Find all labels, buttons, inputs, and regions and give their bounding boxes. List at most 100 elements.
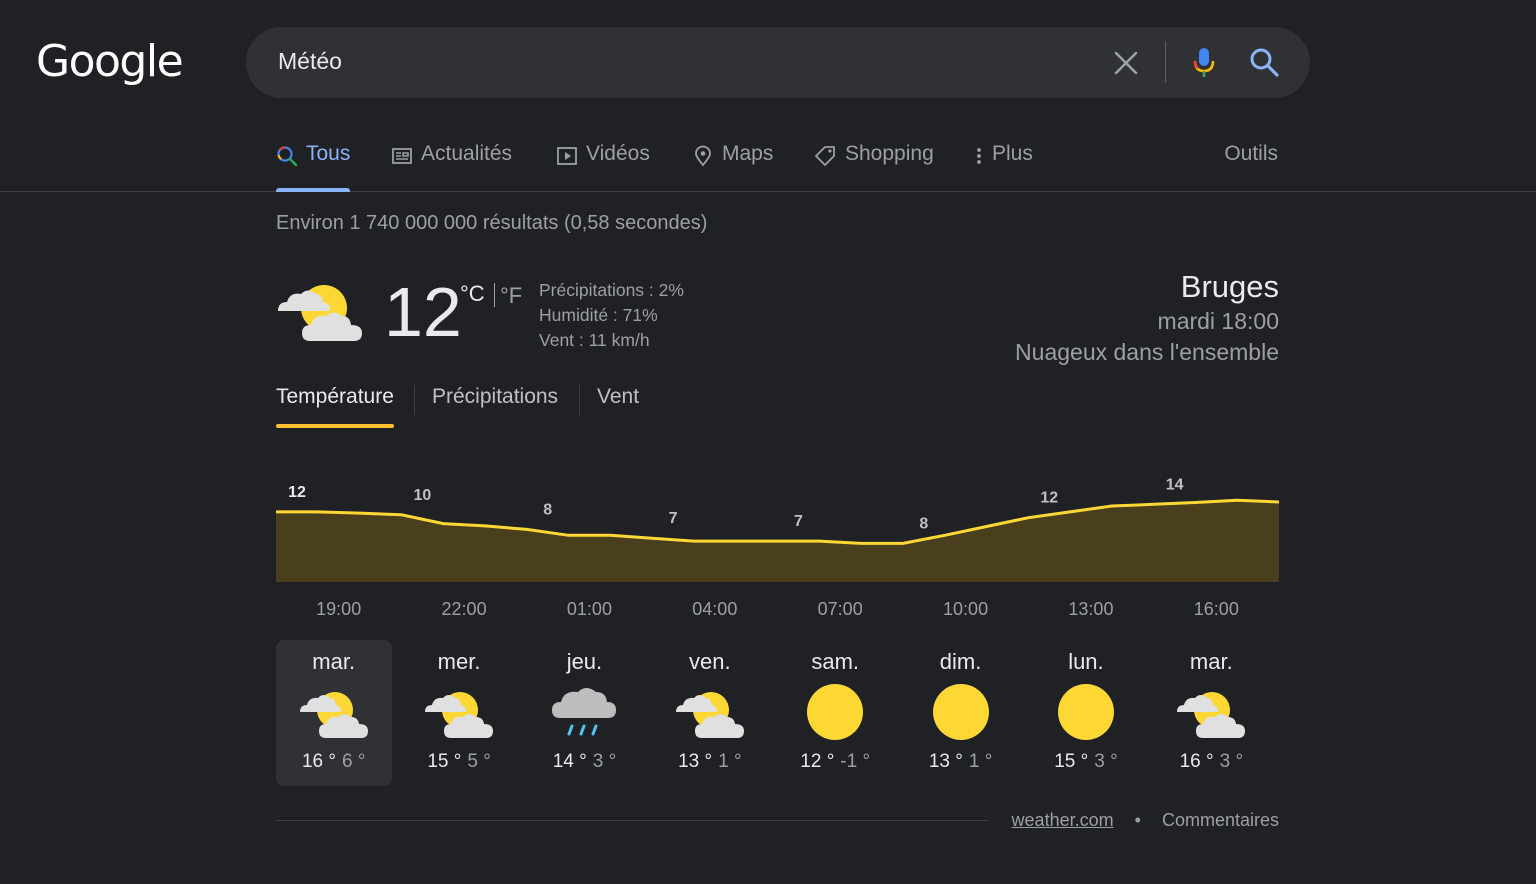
separator-dot: • xyxy=(1134,810,1141,830)
tab-divider xyxy=(579,385,580,415)
tab-shopping[interactable]: Shopping xyxy=(813,142,934,192)
hour-tick-label: 13:00 xyxy=(1068,599,1114,619)
forecast-day[interactable]: mer. 15 ° 5 ° xyxy=(401,640,517,786)
high-temp: 12 ° xyxy=(800,751,835,772)
low-temp: 3 ° xyxy=(592,751,617,772)
low-temp: 5 ° xyxy=(467,751,491,772)
tab-wind[interactable]: Vent xyxy=(597,385,639,409)
result-stats: Environ 1 740 000 000 résultats (0,58 se… xyxy=(276,212,708,234)
day-name: mer. xyxy=(437,649,481,674)
high-temp: 13 ° xyxy=(928,751,963,772)
tag-icon xyxy=(814,146,835,167)
unit-celsius[interactable]: °C xyxy=(460,281,485,307)
close-icon[interactable] xyxy=(1113,50,1139,76)
partly-cloudy-icon xyxy=(278,285,362,341)
high-temp: 16 ° xyxy=(301,751,336,772)
day-name: lun. xyxy=(1068,649,1104,674)
tab-divider xyxy=(414,385,415,415)
footer-divider xyxy=(276,820,988,821)
low-temp: 1 ° xyxy=(968,751,993,772)
day-temps: 13 ° 1 ° xyxy=(652,751,768,773)
feedback-link[interactable]: Commentaires xyxy=(1162,810,1279,830)
forecast-day[interactable]: mar. 16 ° 6 ° xyxy=(275,640,392,786)
google-logo[interactable]: Google xyxy=(36,36,184,87)
hour-tick-label: 22:00 xyxy=(441,599,487,619)
tab-precipitation[interactable]: Précipitations xyxy=(432,385,558,409)
tab-videos[interactable]: Vidéos xyxy=(556,142,650,192)
low-temp: 3 ° xyxy=(1219,751,1244,772)
chart-data-label: 7 xyxy=(669,510,678,527)
search-icon[interactable] xyxy=(1248,46,1280,78)
day-temps: 14 ° 3 ° xyxy=(526,751,642,773)
more-vert-icon xyxy=(977,148,981,164)
search-divider xyxy=(1165,41,1166,83)
hour-tick-label: 10:00 xyxy=(943,599,989,619)
day-name: ven. xyxy=(689,649,731,674)
day-name: dim. xyxy=(939,649,982,674)
tab-temperature[interactable]: Température xyxy=(276,385,394,428)
play-icon xyxy=(557,147,577,165)
day-name: jeu. xyxy=(566,649,603,674)
weather-condition: Nuageux dans l'ensemble xyxy=(1015,339,1279,365)
day-temps: 16 ° 3 ° xyxy=(1153,751,1269,773)
chart-data-label: 7 xyxy=(794,513,803,530)
day-temps: 13 ° 1 ° xyxy=(903,751,1019,773)
tab-maps[interactable]: Maps xyxy=(692,142,773,192)
tools-button[interactable]: Outils xyxy=(1224,142,1278,166)
humidity-value: Humidité : 71% xyxy=(539,305,658,325)
forecast-day[interactable]: lun. 15 ° 3 ° xyxy=(1028,640,1144,786)
tab-label: Température xyxy=(276,385,394,408)
unit-fahrenheit[interactable]: °F xyxy=(500,283,522,309)
forecast-day[interactable]: jeu. 14 ° 3 ° xyxy=(526,640,642,786)
search-input[interactable]: Météo xyxy=(278,48,342,75)
weather-footer: weather.com • Commentaires xyxy=(1012,810,1279,831)
unit-separator xyxy=(494,283,495,307)
partly-cloudy-icon xyxy=(1177,692,1246,738)
low-temp: 3 ° xyxy=(1094,751,1118,772)
weather-time: mardi 18:00 xyxy=(1157,308,1279,334)
hour-tick-label: 01:00 xyxy=(566,599,612,619)
chart-data-label: 10 xyxy=(413,487,431,504)
hour-tick-label: 04:00 xyxy=(692,599,738,619)
low-temp: 6 ° xyxy=(341,751,366,772)
day-name: sam. xyxy=(811,649,860,674)
forecast-day[interactable]: dim. 13 ° 1 ° xyxy=(903,640,1019,786)
source-link[interactable]: weather.com xyxy=(1012,810,1114,830)
weather-details: Précipitations : 2% Humidité : 71% Vent … xyxy=(539,278,684,353)
forecast-day[interactable]: sam. 12 ° -1 ° xyxy=(777,640,893,786)
search-tabs: Tous Actualités Vidéos Maps Shopping Plu… xyxy=(0,130,1536,192)
hour-tick-label: 07:00 xyxy=(817,599,863,619)
search-bar[interactable]: Météo xyxy=(246,27,1310,98)
tab-news[interactable]: Actualités xyxy=(391,142,512,192)
partly-cloudy-icon xyxy=(299,692,368,738)
partly-cloudy-icon xyxy=(425,692,494,738)
tab-all[interactable]: Tous xyxy=(276,142,351,192)
tab-active-indicator xyxy=(276,424,394,428)
high-temp: 15 ° xyxy=(1054,751,1089,772)
tab-label: Plus xyxy=(992,142,1033,165)
microphone-icon[interactable] xyxy=(1190,46,1218,80)
forecast-day[interactable]: mar. 16 ° 3 ° xyxy=(1153,640,1269,786)
sun-icon xyxy=(932,684,989,740)
hour-axis: 19:00 22:00 01:00 04:00 07:00 10:00 13:00 16:00 xyxy=(276,599,1279,625)
day-name: mar. xyxy=(1189,649,1233,674)
temperature-chart[interactable]: 12 10 8 7 7 8 12 14 xyxy=(276,460,1279,585)
chart-data-label: 8 xyxy=(919,515,928,532)
forecast-day[interactable]: ven. 13 ° 1 ° xyxy=(652,640,768,786)
tab-label: Tous xyxy=(306,142,351,165)
sun-icon xyxy=(1057,684,1114,740)
precipitation-value: Précipitations : 2% xyxy=(539,280,684,300)
search-icon xyxy=(277,146,298,167)
location-block: Bruges mardi 18:00 Nuageux dans l'ensemb… xyxy=(1015,268,1279,368)
low-temp: 1 ° xyxy=(718,751,742,772)
high-temp: 15 ° xyxy=(427,751,462,772)
wind-value: Vent : 11 km/h xyxy=(539,330,650,350)
hour-tick-label: 16:00 xyxy=(1193,599,1239,619)
chart-data-label: 8 xyxy=(543,501,552,518)
tab-label: Vidéos xyxy=(586,142,650,165)
map-pin-icon xyxy=(695,145,711,167)
high-temp: 13 ° xyxy=(678,751,713,772)
news-icon xyxy=(392,148,412,164)
chart-data-label: 12 xyxy=(288,484,306,501)
tab-more[interactable]: Plus xyxy=(972,142,1033,192)
